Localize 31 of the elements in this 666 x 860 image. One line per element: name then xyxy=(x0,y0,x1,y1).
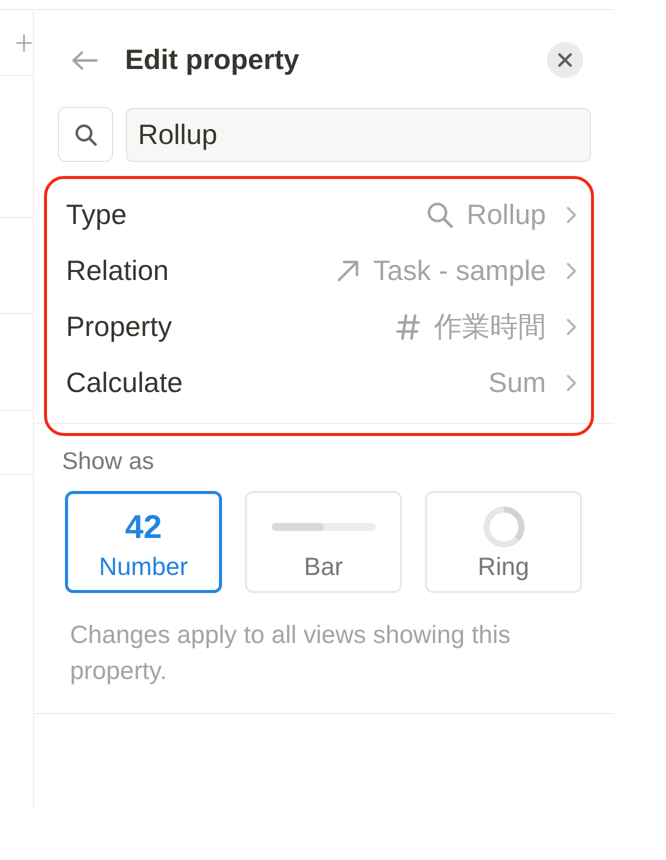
setting-label: Property xyxy=(66,310,173,344)
ring-icon xyxy=(482,506,524,548)
plus-icon[interactable] xyxy=(16,34,32,52)
panel-title: Edit property xyxy=(125,43,300,77)
display-option[interactable]: Ring xyxy=(425,491,582,593)
setting-label: Type xyxy=(66,198,128,232)
chevron-right-icon[interactable] xyxy=(566,206,577,224)
search-button[interactable] xyxy=(58,107,113,162)
progress-bar-icon xyxy=(272,523,376,531)
arrow-up-right-icon xyxy=(337,260,360,282)
search-field[interactable]: Rollup xyxy=(126,108,591,162)
setting-value[interactable]: Task - sample xyxy=(373,254,546,288)
back-arrow-icon[interactable] xyxy=(72,50,98,70)
close-button[interactable] xyxy=(547,42,583,78)
close-icon xyxy=(558,53,572,67)
display-option[interactable]: 42 Number xyxy=(65,491,222,593)
setting-label: Calculate xyxy=(66,366,184,400)
display-option[interactable]: Bar xyxy=(245,491,402,593)
chevron-right-icon[interactable] xyxy=(566,262,577,280)
setting-value[interactable]: 作業時間 xyxy=(434,310,546,344)
setting-value[interactable]: Sum xyxy=(488,366,546,400)
helper-text: Changes apply to all views showing this property. xyxy=(70,620,512,687)
chevron-right-icon[interactable] xyxy=(566,374,577,392)
number-preview: 42 xyxy=(125,507,162,547)
setting-value[interactable]: Rollup xyxy=(466,198,546,232)
hash-icon xyxy=(396,314,420,340)
search-icon xyxy=(74,124,96,146)
setting-label: Relation xyxy=(66,254,170,288)
section-label: Show as xyxy=(61,448,156,476)
magnifier-icon xyxy=(426,202,453,228)
chevron-right-icon[interactable] xyxy=(566,318,577,336)
